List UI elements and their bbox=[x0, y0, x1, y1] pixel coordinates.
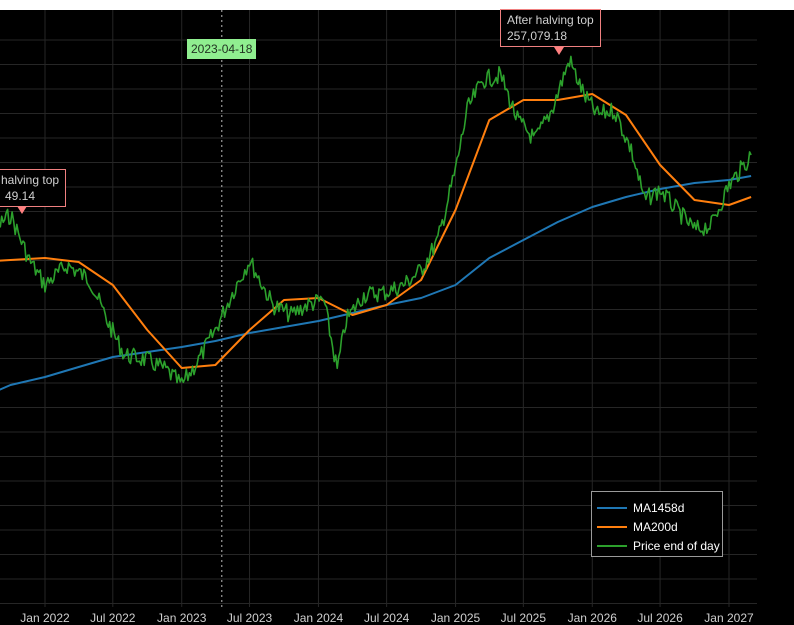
legend-item-ma1458d: MA1458d bbox=[592, 498, 722, 517]
left-halving-top-value: 49.14 bbox=[5, 189, 36, 203]
x-tick-label: Jul 2024 bbox=[363, 611, 410, 625]
legend-item-ma200d: MA200d bbox=[592, 517, 722, 536]
x-tick-label: Jul 2026 bbox=[637, 611, 683, 625]
legend-swatch-ma200d bbox=[597, 525, 627, 528]
x-tick-label: Jan 2024 bbox=[293, 611, 344, 625]
legend-label-price: Price end of day bbox=[633, 538, 720, 553]
x-tick-label: Jan 2027 bbox=[704, 611, 754, 625]
left-halving-top-label: halving top bbox=[1, 173, 60, 187]
x-tick-label: Jan 2023 bbox=[157, 611, 207, 625]
legend-swatch-price bbox=[597, 544, 627, 547]
annotation-arrow-icon bbox=[17, 206, 27, 214]
x-tick-label: Jan 2025 bbox=[430, 611, 481, 625]
x-tick-label: Jul 2023 bbox=[226, 611, 273, 625]
after-halving-top-value: 257,079.18 bbox=[507, 29, 568, 43]
legend-label-ma1458d: MA1458d bbox=[633, 500, 685, 515]
vertical-marker-date-label: 2023-04-18 bbox=[187, 39, 257, 59]
annotation-arrow-icon bbox=[554, 47, 564, 55]
legend-swatch-ma1458d bbox=[597, 506, 627, 509]
left-halving-top-annotation: halving top 49.14 bbox=[0, 169, 67, 207]
x-tick-label: Jan 2022 bbox=[20, 611, 70, 625]
legend-item-price: Price end of day bbox=[592, 536, 722, 555]
legend-label-ma200d: MA200d bbox=[633, 519, 678, 534]
x-tick-label: Jul 2022 bbox=[90, 611, 136, 625]
x-tick-label: Jan 2026 bbox=[567, 611, 617, 625]
legend: MA1458d MA200d Price end of day bbox=[591, 491, 723, 557]
after-halving-top-label: After halving top bbox=[507, 13, 594, 27]
after-halving-top-annotation: After halving top 257,079.18 bbox=[500, 9, 601, 47]
x-tick-label: Jul 2025 bbox=[500, 611, 547, 625]
